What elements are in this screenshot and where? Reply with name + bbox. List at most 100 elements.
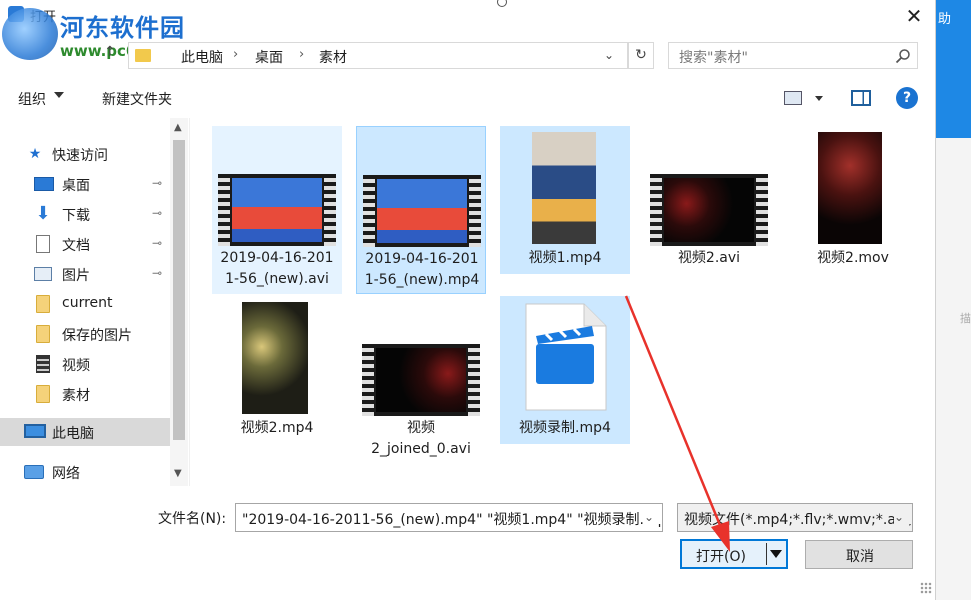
nav-label: current <box>62 295 113 311</box>
navigation-pane: ★ 快速访问 桌面 ⊸ ⬇ 下载 ⊸ 文档 ⊸ 图片 ⊸ current 保存的… <box>0 118 190 486</box>
nav-label: 网络 <box>52 466 80 482</box>
view-options-icon[interactable] <box>784 91 802 105</box>
open-button-label: 打开(O) <box>696 549 746 565</box>
file-name: 2019-04-16-201 <box>365 251 479 267</box>
file-name: 2019-04-16-201 <box>220 250 334 266</box>
computer-icon <box>24 424 46 438</box>
file-name: 2_joined_0.avi <box>371 441 471 457</box>
folder-icon <box>135 49 151 62</box>
breadcrumb-material[interactable]: 素材 <box>319 47 347 67</box>
nav-item-downloads[interactable]: ⬇ 下载 ⊸ <box>0 200 170 228</box>
open-dropdown-icon[interactable] <box>770 550 782 558</box>
background-app-text: 助 <box>938 12 952 27</box>
nav-label: 文档 <box>62 238 90 254</box>
open-button[interactable]: 打开(O) <box>680 539 788 569</box>
file-item-video2-joined-avi[interactable]: 视频 2_joined_0.avi <box>356 296 486 464</box>
screen: 助 描 打开 ✕ 河东软件园 www.pc0359.cn ↑ 此电脑 › 桌面 … <box>0 0 971 600</box>
filename-label: 文件名(N): <box>158 511 227 527</box>
filetype-value: 视频文件(*.mp4;*.flv;*.wmv;*.avi;*.mov) <box>684 512 912 528</box>
address-bar[interactable]: 此电脑 › 桌面 › 素材 <box>128 42 628 69</box>
close-button[interactable]: ✕ <box>896 2 932 30</box>
nav-label: 桌面 <box>62 178 90 194</box>
nav-label: 保存的图片 <box>62 328 132 344</box>
file-item-video2-mp4[interactable]: 视频2.mp4 <box>212 296 342 444</box>
breadcrumb-this-pc[interactable]: 此电脑 <box>181 47 223 67</box>
file-item-video2-mov[interactable]: 视频2.mov <box>788 126 918 274</box>
folder-icon <box>36 325 50 343</box>
view-caret-icon[interactable] <box>815 96 823 101</box>
nav-label: 视频 <box>62 358 90 374</box>
network-icon <box>24 465 44 479</box>
file-name: 视频2.mp4 <box>240 420 314 436</box>
chevron-down-icon[interactable]: ⌄ <box>894 510 912 524</box>
cancel-button-label: 取消 <box>846 549 874 565</box>
nav-item-desktop[interactable]: 桌面 ⊸ <box>0 170 170 198</box>
filetype-select[interactable]: 视频文件(*.mp4;*.flv;*.wmv;*.avi;*.mov) ⌄ <box>677 503 913 532</box>
pin-icon: ⊸ <box>152 266 163 280</box>
split-divider <box>766 543 767 565</box>
pin-icon: ⊸ <box>152 206 163 220</box>
file-item-2019-mp4[interactable]: 2019-04-16-201 1-56_(new).mp4 <box>356 126 486 294</box>
download-icon: ⬇ <box>35 203 51 224</box>
video-thumbnail <box>650 174 768 246</box>
preview-pane-icon[interactable] <box>851 90 871 106</box>
file-name: 视频录制.mp4 <box>519 420 611 436</box>
video-thumbnail <box>363 175 481 247</box>
file-item-video2-avi[interactable]: 视频2.avi <box>644 126 774 274</box>
scroll-up-icon[interactable]: ▲ <box>174 122 182 133</box>
file-name: 视频 <box>407 420 435 436</box>
file-name: 1-56_(new).mp4 <box>364 272 480 288</box>
breadcrumb-desktop[interactable]: 桌面 <box>255 47 283 67</box>
video-thumbnail <box>218 174 336 246</box>
search-placeholder: 搜索"素材" <box>679 50 748 66</box>
file-name: 1-56_(new).avi <box>225 271 329 287</box>
nav-label: 下载 <box>62 208 90 224</box>
new-folder-button[interactable]: 新建文件夹 <box>102 89 172 109</box>
chevron-down-icon[interactable]: ⌄ <box>644 510 662 524</box>
pin-icon: ⊸ <box>152 236 163 250</box>
star-icon: ★ <box>28 146 42 162</box>
file-item-2019-avi[interactable]: 2019-04-16-201 1-56_(new).avi <box>212 126 342 294</box>
nav-item-material[interactable]: 素材 <box>0 380 170 408</box>
nav-item-quick-access[interactable]: ★ 快速访问 <box>0 140 170 168</box>
pictures-icon <box>34 267 52 281</box>
breadcrumb-separator[interactable]: › <box>299 47 304 62</box>
search-input[interactable]: 搜索"素材" <box>668 42 918 69</box>
document-icon <box>36 235 50 253</box>
resize-grip[interactable] <box>920 582 932 594</box>
video-thumbnail <box>532 132 596 244</box>
nav-item-this-pc[interactable]: 此电脑 <box>0 418 170 446</box>
scroll-down-icon[interactable]: ▼ <box>174 468 182 479</box>
address-dropdown-icon[interactable]: ⌄ <box>604 48 614 62</box>
nav-item-saved-pictures[interactable]: 保存的图片 <box>0 320 170 348</box>
nav-item-current[interactable]: current <box>0 290 170 318</box>
watermark-logo-icon <box>2 8 58 60</box>
breadcrumb-separator[interactable]: › <box>233 47 238 62</box>
file-item-video-recording-mp4[interactable]: 视频录制.mp4 <box>500 296 630 444</box>
search-icon[interactable] <box>895 48 911 64</box>
nav-item-videos[interactable]: 视频 <box>0 350 170 378</box>
nav-label: 素材 <box>62 388 90 404</box>
nav-item-documents[interactable]: 文档 ⊸ <box>0 230 170 258</box>
video-thumbnail <box>818 132 882 244</box>
folder-icon <box>36 295 50 313</box>
nav-item-network[interactable]: 网络 <box>0 458 170 486</box>
nav-label: 图片 <box>62 268 90 284</box>
up-arrow-icon[interactable]: ↑ <box>104 44 116 60</box>
cancel-button[interactable]: 取消 <box>805 540 913 569</box>
file-name: 视频1.mp4 <box>528 250 602 266</box>
file-item-video1-mp4[interactable]: 视频1.mp4 <box>500 126 630 274</box>
scrollbar-thumb[interactable] <box>173 140 185 440</box>
organize-caret-icon[interactable] <box>54 92 64 98</box>
filename-input[interactable]: "2019-04-16-2011-56_(new).mp4" "视频1.mp4"… <box>235 503 663 532</box>
file-name: 视频2.avi <box>677 250 741 266</box>
nav-item-pictures[interactable]: 图片 ⊸ <box>0 260 170 288</box>
open-file-dialog: 打开 ✕ 河东软件园 www.pc0359.cn ↑ 此电脑 › 桌面 › 素材… <box>0 0 936 600</box>
nav-scrollbar[interactable]: ▲ ▼ <box>170 118 188 486</box>
help-icon[interactable]: ? <box>896 87 918 109</box>
refresh-button[interactable]: ↻ <box>628 42 654 69</box>
video-file-icon <box>525 303 607 411</box>
organize-menu[interactable]: 组织 <box>18 89 46 109</box>
file-name: 视频2.mov <box>817 250 889 266</box>
video-thumbnail <box>242 302 308 414</box>
